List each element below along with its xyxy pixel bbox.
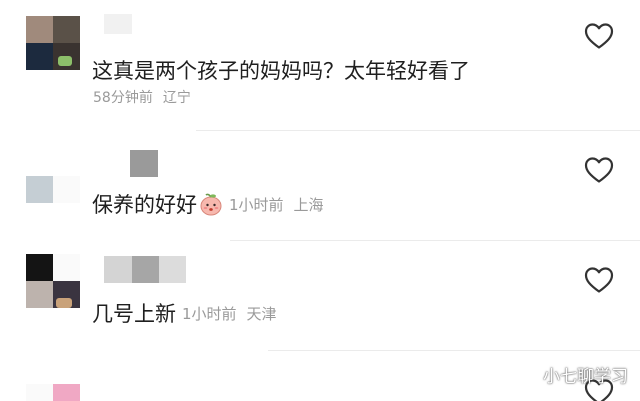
comment-location: 天津 (246, 305, 277, 323)
comment-time: 1小时前 (229, 196, 284, 214)
heart-outline-icon (584, 23, 614, 49)
comment-text: 这真是两个孩子的妈妈吗？太年轻好看了 (92, 59, 470, 83)
comment-location: 辽宁 (162, 90, 191, 106)
avatar[interactable] (26, 16, 80, 70)
like-button[interactable] (584, 22, 614, 50)
comment-text-row: 保养的好好 1小时前 上海 (92, 192, 324, 218)
comment-time: 58分钟前 (93, 90, 153, 106)
username-blurred[interactable] (104, 256, 186, 283)
peach-face-emoji (199, 192, 223, 216)
comment-item: 这真是两个孩子的妈妈吗？太年轻好看了 58分钟前 辽宁 (0, 0, 640, 130)
comment-text: 几号上新 (92, 302, 176, 326)
avatar[interactable] (26, 254, 80, 308)
comment-meta: 1小时前 上海 (229, 196, 324, 214)
comment-meta: 58分钟前 辽宁 (93, 89, 191, 107)
comment-text: 保养的好好 (92, 193, 197, 217)
comment-time: 1小时前 (182, 305, 237, 323)
avatar[interactable] (26, 176, 80, 230)
avatar[interactable] (26, 384, 80, 401)
heart-outline-icon (584, 267, 614, 293)
heart-outline-icon (584, 157, 614, 183)
comment-item: 几号上新 1小时前 天津 (0, 240, 640, 350)
username-blurred[interactable] (104, 14, 134, 41)
comment-location: 上海 (293, 196, 324, 214)
comment-text-row: 几号上新 1小时前 天津 (92, 301, 277, 327)
like-button[interactable] (584, 156, 614, 184)
comment-item: 保养的好好 1小时前 上海 (0, 130, 640, 240)
comment-meta: 1小时前 天津 (182, 305, 277, 323)
username-blurred[interactable] (104, 150, 160, 177)
like-button[interactable] (584, 266, 614, 294)
watermark: 小七聊学习 (543, 367, 628, 387)
comment-list: 这真是两个孩子的妈妈吗？太年轻好看了 58分钟前 辽宁 保养的好好 1小时前 上… (0, 0, 640, 401)
